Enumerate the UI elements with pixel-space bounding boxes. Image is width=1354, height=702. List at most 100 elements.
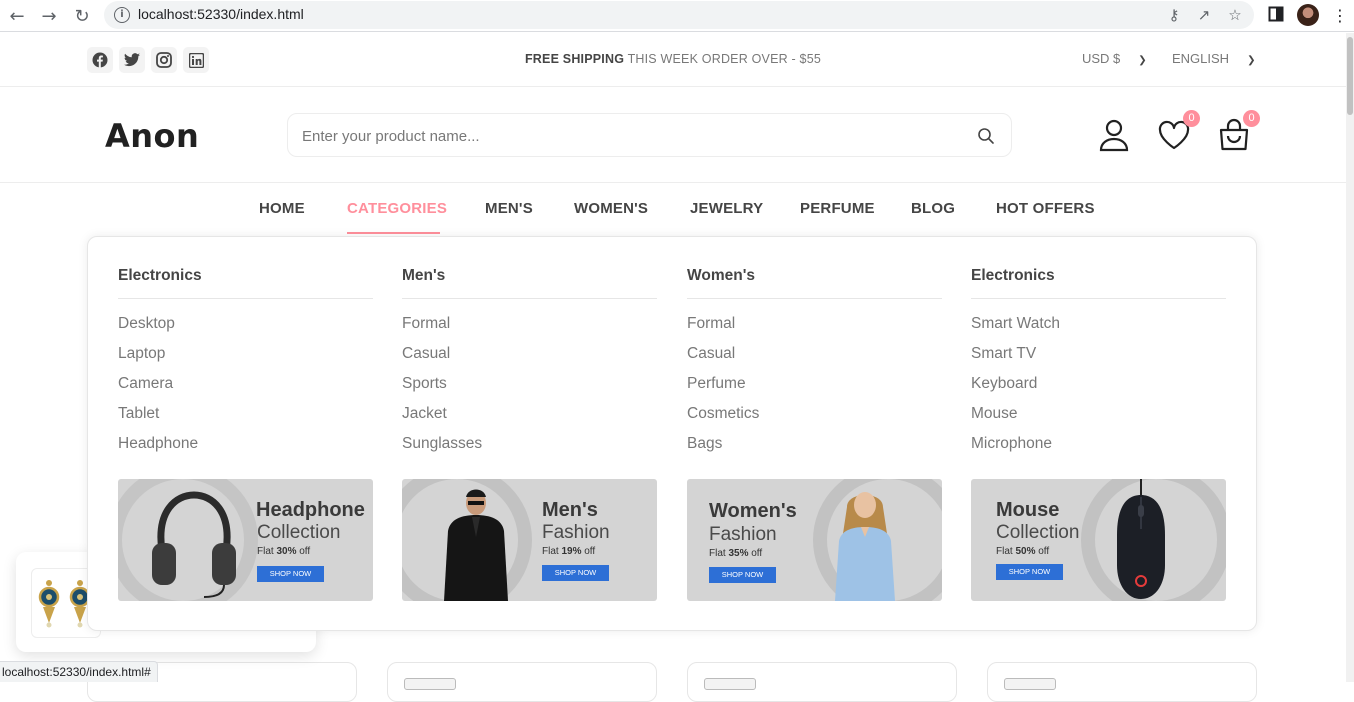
category-link[interactable]: Casual: [687, 345, 942, 375]
shipping-rest: THIS WEEK ORDER OVER - $55: [624, 52, 822, 66]
main-menu: HOME CATEGORIES MEN'S WOMEN'S JEWELRY PE…: [0, 184, 1346, 236]
category-link[interactable]: Perfume: [687, 375, 942, 405]
category-link[interactable]: Cosmetics: [687, 405, 942, 435]
banner-discount: Flat 19% off: [542, 546, 596, 557]
shop-now-button[interactable]: SHOP NOW: [709, 567, 776, 583]
user-icon[interactable]: [1096, 117, 1132, 153]
banner-title: Women's: [709, 500, 797, 522]
category-link[interactable]: Desktop: [118, 315, 373, 345]
category-link[interactable]: Formal: [687, 315, 942, 345]
menu-item-womens[interactable]: WOMEN'S: [574, 200, 648, 217]
category-link[interactable]: Casual: [402, 345, 657, 375]
banner-subtitle: Collection: [996, 522, 1080, 543]
product-badge: [404, 678, 456, 690]
shipping-bold: FREE SHIPPING: [524, 52, 625, 66]
category-column: Women's Formal Casual Perfume Cosmetics …: [687, 267, 942, 465]
category-column: Electronics Smart Watch Smart TV Keyboar…: [971, 267, 1226, 465]
category-link[interactable]: Camera: [118, 375, 373, 405]
currency-select[interactable]: USD $ ❯: [1082, 51, 1147, 66]
address-url[interactable]: localhost:52330/index.html: [138, 6, 304, 22]
man-in-suit-image: [444, 489, 508, 601]
product-card[interactable]: [987, 662, 1257, 702]
menu-item-jewelry[interactable]: JEWELRY: [690, 200, 763, 217]
column-title: Electronics: [118, 267, 373, 299]
product-card[interactable]: [387, 662, 657, 702]
headphones-image: [152, 491, 236, 598]
banner-title: Mouse: [996, 499, 1060, 521]
category-link[interactable]: Microphone: [971, 435, 1226, 465]
wishlist-count-badge: 0: [1183, 110, 1200, 127]
top-bar: FREE SHIPPING THIS WEEK ORDER OVER - $55…: [0, 33, 1346, 87]
banner-subtitle: Collection: [257, 522, 341, 543]
cart-count-badge: 0: [1243, 110, 1260, 127]
mouse-banner[interactable]: Mouse Collection Flat 50% off SHOP NOW: [971, 479, 1226, 601]
scrollbar-thumb[interactable]: [1347, 37, 1353, 115]
banner-discount: Flat 35% off: [709, 548, 763, 559]
active-menu-underline: [347, 232, 440, 234]
browser-toolbar: ← → ↻ i localhost:52330/index.html ⚷ ↗ ☆…: [0, 0, 1354, 32]
menu-item-perfume[interactable]: PERFUME: [800, 200, 875, 217]
column-title: Electronics: [971, 267, 1226, 299]
menu-item-categories[interactable]: CATEGORIES: [347, 200, 447, 217]
category-link[interactable]: Bags: [687, 435, 942, 465]
profile-avatar[interactable]: [1297, 4, 1319, 26]
shop-now-button[interactable]: SHOP NOW: [257, 566, 324, 582]
banner-subtitle: Fashion: [542, 522, 610, 543]
more-menu-icon[interactable]: ⋮: [1330, 6, 1350, 26]
category-link[interactable]: Keyboard: [971, 375, 1226, 405]
category-link[interactable]: Laptop: [118, 345, 373, 375]
product-badge: [1004, 678, 1056, 690]
menu-item-hot-offers[interactable]: HOT OFFERS: [996, 200, 1095, 217]
menu-item-home[interactable]: HOME: [259, 200, 305, 217]
woman-image: [835, 492, 895, 601]
category-link[interactable]: Smart TV: [971, 345, 1226, 375]
page-scrollbar[interactable]: [1346, 33, 1354, 682]
column-title: Women's: [687, 267, 942, 299]
category-link[interactable]: Headphone: [118, 435, 373, 465]
shop-now-button[interactable]: SHOP NOW: [542, 565, 609, 581]
category-link[interactable]: Sports: [402, 375, 657, 405]
category-column: Electronics Desktop Laptop Camera Tablet…: [118, 267, 373, 465]
search-icon[interactable]: [977, 127, 995, 145]
star-icon[interactable]: ☆: [1225, 5, 1245, 25]
category-link[interactable]: Mouse: [971, 405, 1226, 435]
site-info-icon[interactable]: i: [114, 7, 130, 23]
search-input[interactable]: [302, 124, 942, 148]
banner-title: Men's: [542, 499, 598, 521]
categories-dropdown: Electronics Desktop Laptop Camera Tablet…: [87, 236, 1257, 631]
key-icon[interactable]: ⚷: [1164, 5, 1184, 25]
side-panel-icon[interactable]: [1266, 6, 1286, 26]
banner-title: Headphone: [256, 499, 365, 521]
reload-icon[interactable]: ↻: [71, 5, 93, 27]
banner-subtitle: Fashion: [709, 524, 777, 545]
banner-discount: Flat 50% off: [996, 546, 1050, 557]
category-link[interactable]: Jacket: [402, 405, 657, 435]
banner-discount: Flat 30% off: [257, 546, 311, 557]
product-card[interactable]: [687, 662, 957, 702]
menu-item-mens[interactable]: MEN'S: [485, 200, 533, 217]
forward-arrow-icon[interactable]: →: [38, 5, 60, 27]
menu-item-blog[interactable]: BLOG: [911, 200, 955, 217]
address-bar[interactable]: i localhost:52330/index.html ⚷ ↗ ☆: [104, 1, 1254, 29]
shop-now-button[interactable]: SHOP NOW: [996, 564, 1063, 580]
womens-banner[interactable]: Women's Fashion Flat 35% off SHOP NOW: [687, 479, 942, 601]
search-bar: [287, 113, 1012, 157]
back-arrow-icon[interactable]: ←: [6, 5, 28, 27]
category-link[interactable]: Smart Watch: [971, 315, 1226, 345]
share-icon[interactable]: ↗: [1194, 5, 1214, 25]
category-link[interactable]: Tablet: [118, 405, 373, 435]
site-header: Anon 0 0: [0, 87, 1346, 183]
chevron-down-icon: ❯: [1138, 55, 1147, 66]
headphone-banner[interactable]: Headphone Collection Flat 30% off SHOP N…: [118, 479, 373, 601]
language-select[interactable]: ENGLISH ❯: [1172, 51, 1255, 66]
site-logo[interactable]: Anon: [105, 117, 199, 155]
chevron-down-icon: ❯: [1247, 55, 1256, 66]
currency-value: USD $: [1082, 51, 1121, 66]
language-value: ENGLISH: [1172, 51, 1230, 66]
column-title: Men's: [402, 267, 657, 299]
category-link[interactable]: Formal: [402, 315, 657, 345]
product-badge: [704, 678, 756, 690]
category-link[interactable]: Sunglasses: [402, 435, 657, 465]
category-column: Men's Formal Casual Sports Jacket Sungla…: [402, 267, 657, 465]
mens-banner[interactable]: Men's Fashion Flat 19% off SHOP NOW: [402, 479, 657, 601]
